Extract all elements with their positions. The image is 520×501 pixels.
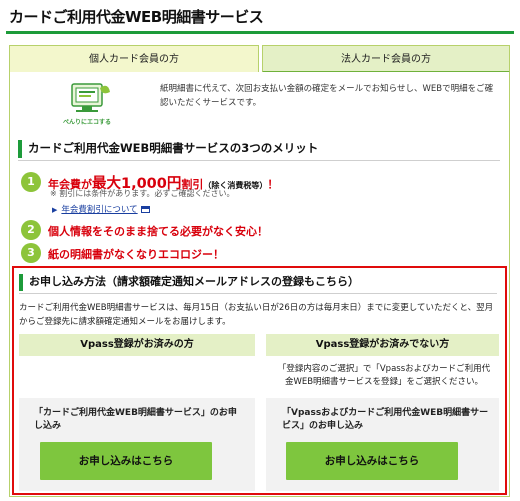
intro-text: 紙明細書に代えて、次回お支払い金額の確定をメールでお知らせし、WEBで明細をご確…: [160, 84, 494, 108]
vpass-unregistered-header: Vpass登録がお済みでない方: [266, 334, 499, 356]
apply-description: カードご利用代金WEB明細書サービスは、毎月15日（お支払い日が26日の方は毎月…: [19, 303, 494, 327]
merit-2-text: 個人情報をそのまま捨てる必要がなく安心！: [48, 225, 268, 238]
vpass-unregistered-desc: 「登録内容のご選択」で「Vpassおよびカードご利用代金WEB明細書サービスを登…: [277, 364, 491, 387]
apply-card-right-text: 「Vpassおよびカードご利用代金WEB明細書サービス」のお申し込み: [282, 408, 489, 431]
apply-button-unregistered[interactable]: お申し込みはこちら: [286, 442, 458, 480]
merit-1-bang: ！: [267, 178, 279, 191]
apply-button-registered[interactable]: お申し込みはこちら: [40, 442, 212, 480]
tab-corporate[interactable]: 法人カード会員の方: [262, 45, 510, 73]
merit-3-text: 紙の明細書がなくなりエコロジー！: [48, 248, 224, 261]
discount-footnote: ※ 割引には条件があります。必ずご確認ください。: [50, 189, 235, 198]
page-title: カードご利用代金WEB明細書サービス: [9, 8, 264, 26]
eco-caption: ぺんりにエコする: [63, 118, 111, 126]
merit-number-2: 2: [21, 220, 41, 240]
merit-number-1: 1: [21, 172, 41, 192]
vpass-registered-header: Vpass登録がお済みの方: [19, 334, 255, 356]
merits-rule: [18, 160, 500, 161]
merit-number-3: 3: [21, 243, 41, 263]
apply-card-left-text: 「カードご利用代金WEB明細書サービス」のお申し込み: [34, 408, 237, 431]
discount-link[interactable]: ▶ 年会費割引について: [52, 203, 150, 215]
eco-pc-icon: ぺんりにエコする: [63, 83, 111, 126]
title-underline: [6, 31, 514, 34]
merits-heading: カードご利用代金WEB明細書サービスの3つのメリット: [18, 140, 500, 158]
tab-individual[interactable]: 個人カード会員の方: [9, 45, 259, 73]
apply-heading: お申し込み方法（請求額確定通知メールアドレスの登録もこちら）: [19, 274, 497, 291]
link-arrow-icon: ▶: [52, 206, 58, 214]
discount-link-label[interactable]: 年会費割引について: [61, 205, 137, 215]
apply-rule: [19, 293, 497, 294]
new-window-icon: [140, 206, 150, 213]
